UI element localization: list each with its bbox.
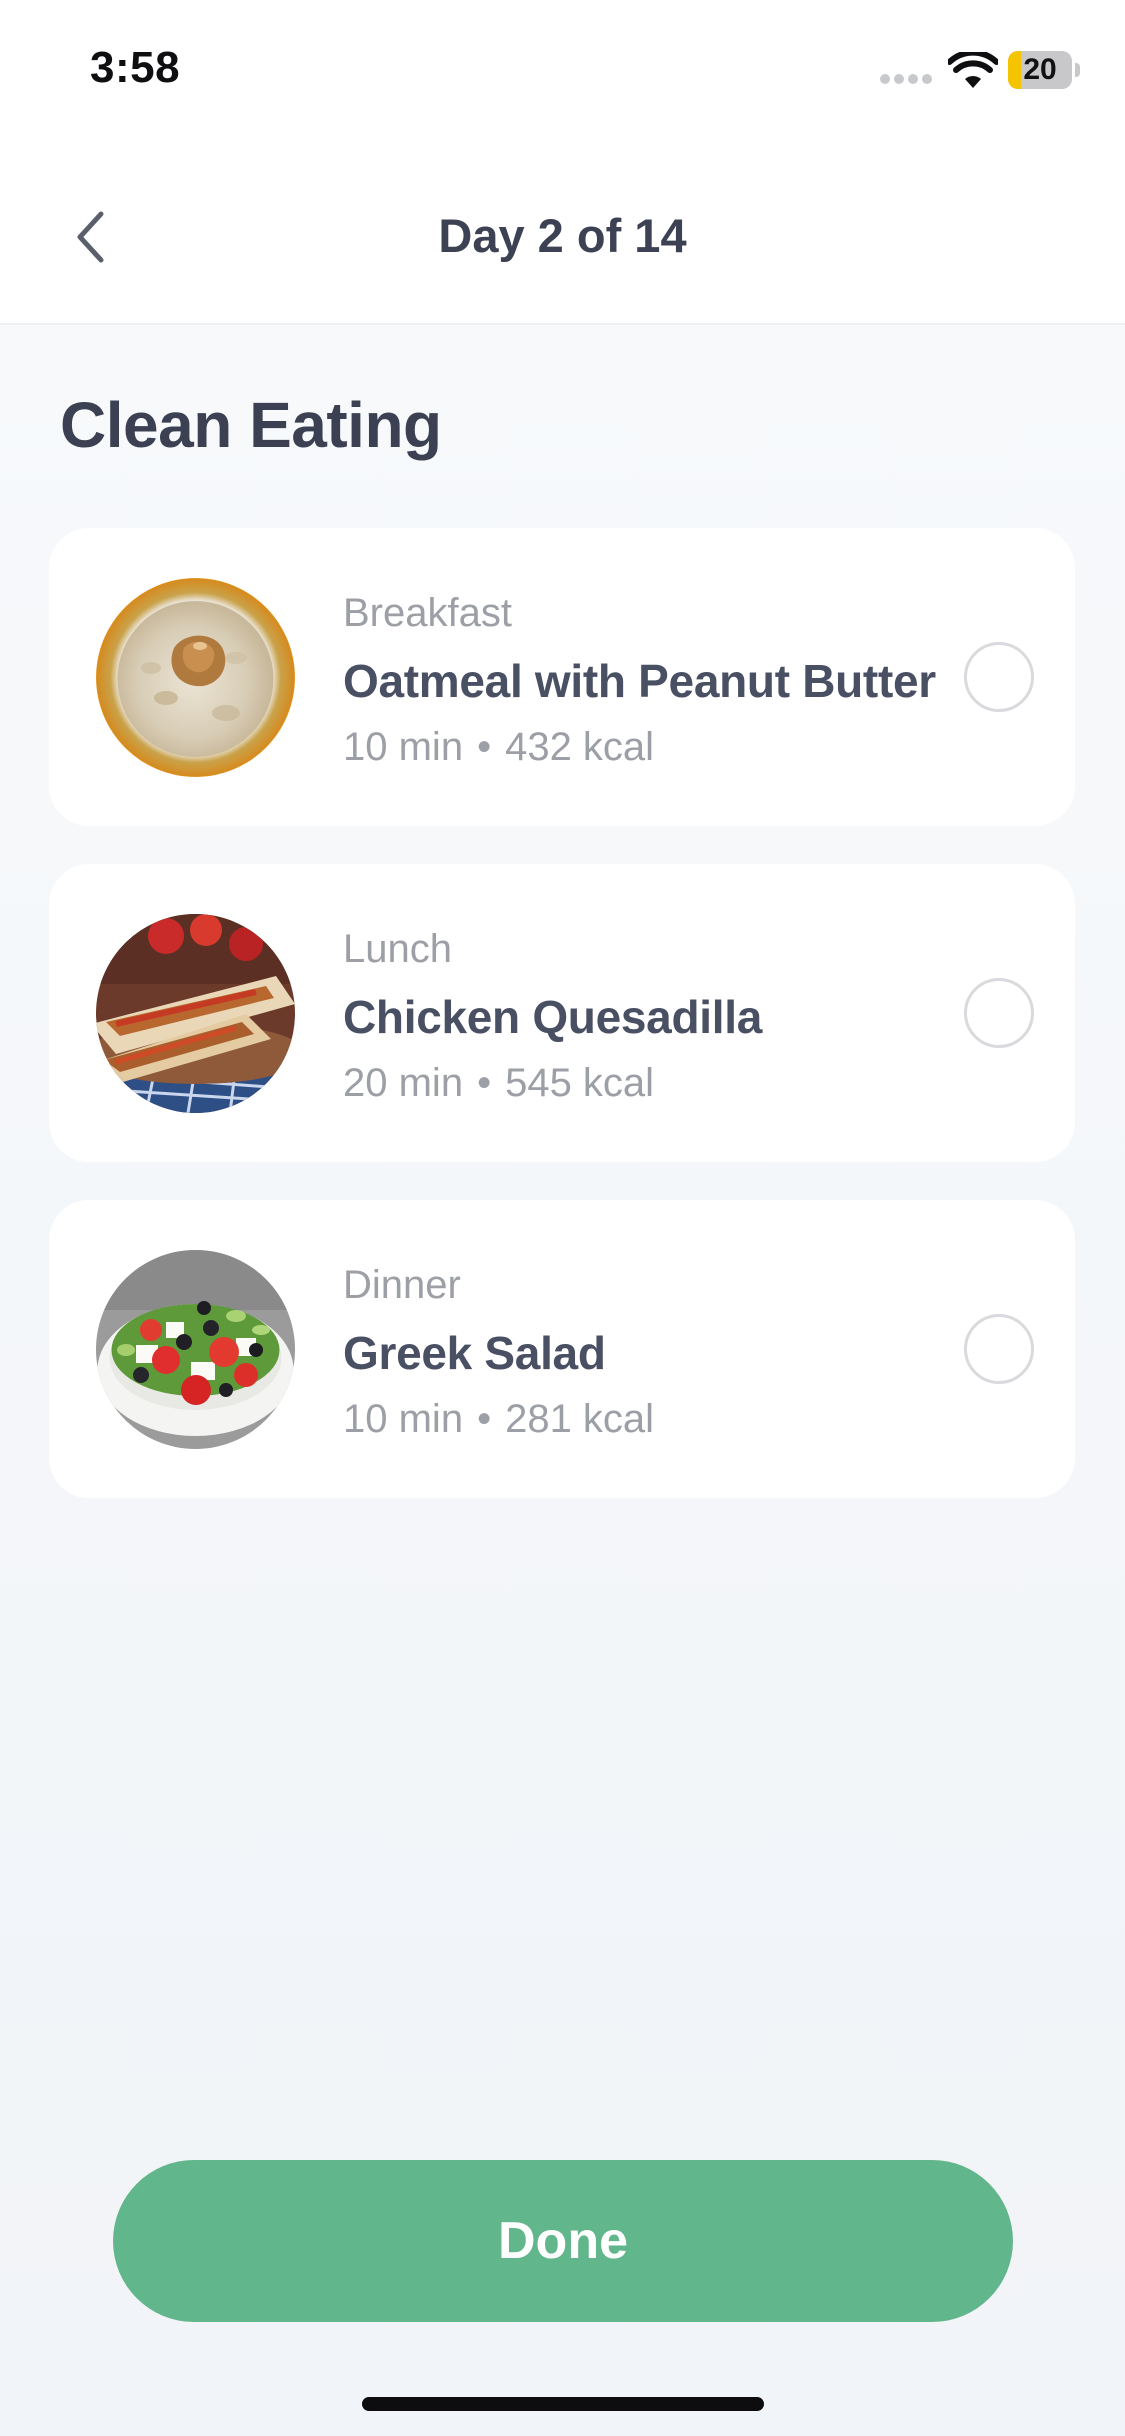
meal-meta: 20 min • 545 kcal xyxy=(343,1058,654,1108)
status-bar: 3:58 20 xyxy=(0,0,1125,140)
navigation-bar: Day 2 of 14 xyxy=(0,140,1125,325)
meal-time: 10 min xyxy=(343,725,464,769)
meal-type: Breakfast xyxy=(343,591,512,635)
back-button[interactable] xyxy=(55,202,125,272)
meal-calories: 432 kcal xyxy=(505,725,655,769)
meta-separator: • xyxy=(477,1397,492,1441)
meal-name: Oatmeal with Peanut Butter xyxy=(343,655,936,707)
meal-meta: 10 min • 281 kcal xyxy=(343,1394,654,1444)
cellular-signal-icon xyxy=(880,74,934,84)
meal-name: Greek Salad xyxy=(343,1327,606,1379)
meta-separator: • xyxy=(477,1061,492,1105)
wifi-icon xyxy=(948,52,998,88)
meal-photo-oatmeal xyxy=(96,578,295,777)
meal-card-breakfast[interactable]: Breakfast Oatmeal with Peanut Butter 10 … xyxy=(49,528,1075,826)
battery-icon: 20 xyxy=(1008,51,1080,89)
meal-photo-quesadilla xyxy=(96,914,295,1113)
meal-type: Dinner xyxy=(343,1263,461,1307)
meal-complete-checkbox[interactable] xyxy=(964,978,1034,1048)
battery-level: 20 xyxy=(1023,53,1057,86)
plan-title: Clean Eating xyxy=(60,389,442,461)
meal-name: Chicken Quesadilla xyxy=(343,991,762,1043)
meta-separator: • xyxy=(477,725,492,769)
meal-complete-checkbox[interactable] xyxy=(964,1314,1034,1384)
meal-time: 10 min xyxy=(343,1397,464,1441)
meal-meta: 10 min • 432 kcal xyxy=(343,722,654,772)
meal-type: Lunch xyxy=(343,927,452,971)
done-button[interactable]: Done xyxy=(113,2160,1013,2322)
meal-card-dinner[interactable]: Dinner Greek Salad 10 min • 281 kcal xyxy=(49,1200,1075,1498)
meal-calories: 281 kcal xyxy=(505,1397,655,1441)
meal-card-lunch[interactable]: Lunch Chicken Quesadilla 20 min • 545 kcal xyxy=(49,864,1075,1162)
meal-complete-checkbox[interactable] xyxy=(964,642,1034,712)
chevron-left-icon xyxy=(77,211,104,263)
home-indicator xyxy=(362,2397,764,2411)
page-title: Day 2 of 14 xyxy=(438,209,687,262)
status-time: 3:58 xyxy=(90,43,181,92)
meal-calories: 545 kcal xyxy=(505,1061,655,1105)
meal-photo-greek-salad xyxy=(96,1250,295,1449)
meal-time: 20 min xyxy=(343,1061,464,1105)
